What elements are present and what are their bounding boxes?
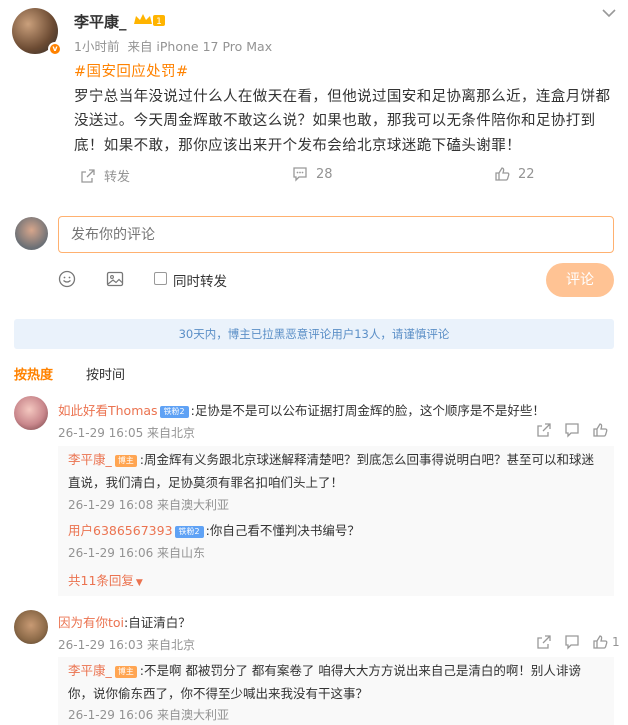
- comment-item: 因为有你toi:自证清白？: [58, 612, 191, 631]
- author-name[interactable]: 李平康_: [74, 11, 127, 32]
- comment-meta: 26-1-29 16:05 来自北京: [58, 426, 196, 440]
- post-source: 来自 iPhone 17 Pro Max: [127, 39, 273, 54]
- chevron-down-icon[interactable]: [602, 8, 616, 18]
- verified-badge-icon: v: [48, 42, 62, 56]
- fan-badge: 铁粉2: [159, 406, 189, 418]
- reply-item: 李平康_ 博主:不是啊 都被罚分了 都有案卷了 咱得大大方方说出来自己是清白的啊！…: [68, 659, 604, 705]
- reply-meta: 26-1-29 16:06 来自山东: [68, 546, 206, 560]
- member-crown-icon: 1: [134, 14, 165, 27]
- comment-user[interactable]: 如此好看Thomas: [58, 403, 158, 418]
- share-icon[interactable]: [536, 634, 552, 650]
- host-badge: 博主: [114, 455, 137, 467]
- post-content: #国安回应处罚# 罗宁总当年没说过什么人在做天在看，但他说过国安和足协离那么近，…: [74, 60, 622, 158]
- like-button[interactable]: 22: [494, 166, 535, 182]
- comment-input[interactable]: [58, 216, 614, 253]
- reply-item: 用户6386567393 铁粉2:你自己看不懂判决书编号？: [68, 519, 604, 542]
- comment-like-count: 1: [612, 635, 620, 649]
- comment-bubble-icon[interactable]: [564, 422, 580, 438]
- sort-by-hot-tab[interactable]: 按热度: [14, 364, 53, 383]
- reply-thread: 李平康_ 博主:周金辉有义务跟北京球迷解释清楚吧？到底怎么回事得说明白吧？甚至可以…: [58, 446, 614, 596]
- repost-button[interactable]: 转发: [80, 166, 130, 185]
- comment-text: :足协是不是可以公布证据打周金辉的脸，这个顺序是不是好些！: [190, 403, 545, 418]
- comment-icon: [293, 167, 307, 182]
- reply-user[interactable]: 用户6386567393: [68, 523, 173, 538]
- like-count: 22: [518, 166, 535, 182]
- reply-user[interactable]: 李平康_: [68, 452, 112, 467]
- like-icon: [495, 167, 510, 181]
- post-actions: 转发 28 22: [80, 166, 550, 188]
- comment-actions: [536, 422, 608, 438]
- comment-button[interactable]: 28: [292, 166, 333, 182]
- reply-text: :不是啊 都被罚分了 都有案卷了 咱得大大方方说出来自己是清白的啊！别人诽谤你，…: [68, 663, 581, 701]
- comment-avatar[interactable]: [14, 396, 48, 430]
- comment-count: 28: [316, 166, 333, 182]
- chevron-down-icon: ▼: [135, 578, 143, 588]
- reply-meta: 26-1-29 16:08 来自澳大利亚: [68, 498, 230, 512]
- comment-item: 如此好看Thomas 铁粉2:足协是不是可以公布证据打周金辉的脸，这个顺序是不是好…: [58, 400, 545, 419]
- host-badge: 博主: [114, 666, 137, 678]
- post-time: 1小时前: [74, 39, 120, 54]
- image-icon[interactable]: [106, 270, 124, 288]
- comment-like-button[interactable]: 1: [592, 634, 620, 650]
- my-avatar: [15, 217, 48, 250]
- sort-by-time-tab[interactable]: 按时间: [86, 364, 125, 383]
- repost-checkbox[interactable]: [154, 272, 167, 285]
- submit-comment-button[interactable]: 评论: [546, 263, 614, 297]
- member-level-label: 1: [156, 17, 162, 27]
- share-icon[interactable]: [536, 422, 552, 438]
- reply-thread: 李平康_ 博主:不是啊 都被罚分了 都有案卷了 咱得大大方方说出来自己是清白的啊！…: [58, 657, 614, 725]
- comment-bubble-icon[interactable]: [564, 634, 580, 650]
- comment-text: :自证清白？: [124, 615, 191, 630]
- more-replies-label: 共11条回复: [68, 573, 134, 588]
- reply-item: 李平康_ 博主:周金辉有义务跟北京球迷解释清楚吧？到底怎么回事得说明白吧？甚至可以…: [68, 448, 604, 494]
- more-replies-link[interactable]: 共11条回复 ▼: [68, 570, 604, 589]
- post-text: 罗宁总当年没说过什么人在做天在看，但他说过国安和足协离那么近，连盒月饼都没送过。…: [74, 88, 611, 154]
- fan-badge: 铁粉2: [174, 526, 204, 538]
- reply-text: :你自己看不懂判决书编号？: [205, 523, 360, 538]
- reply-meta: 26-1-29 16:06 来自澳大利亚: [68, 708, 230, 722]
- reply-user[interactable]: 李平康_: [68, 663, 112, 678]
- like-icon[interactable]: [592, 422, 608, 438]
- like-icon: [593, 635, 608, 649]
- repost-also-label: 同时转发: [173, 274, 227, 290]
- hashtag-link[interactable]: #国安回应处罚#: [74, 60, 622, 85]
- post-meta: 1小时前 来自 iPhone 17 Pro Max: [74, 36, 272, 55]
- comment-actions: 1: [536, 634, 620, 650]
- repost-label: 转发: [104, 170, 131, 185]
- reply-text: :周金辉有义务跟北京球迷解释清楚吧？到底怎么回事得说明白吧？甚至可以和球迷直说，…: [68, 452, 594, 490]
- repost-icon: [81, 168, 95, 183]
- emoji-icon[interactable]: [58, 270, 76, 288]
- comment-meta: 26-1-29 16:03 来自北京: [58, 638, 196, 652]
- block-notice: 30天内，博主已拉黑恶意评论用户13人，请谨慎评论: [14, 319, 614, 349]
- comment-user[interactable]: 因为有你toi: [58, 615, 124, 630]
- comment-avatar[interactable]: [14, 610, 48, 644]
